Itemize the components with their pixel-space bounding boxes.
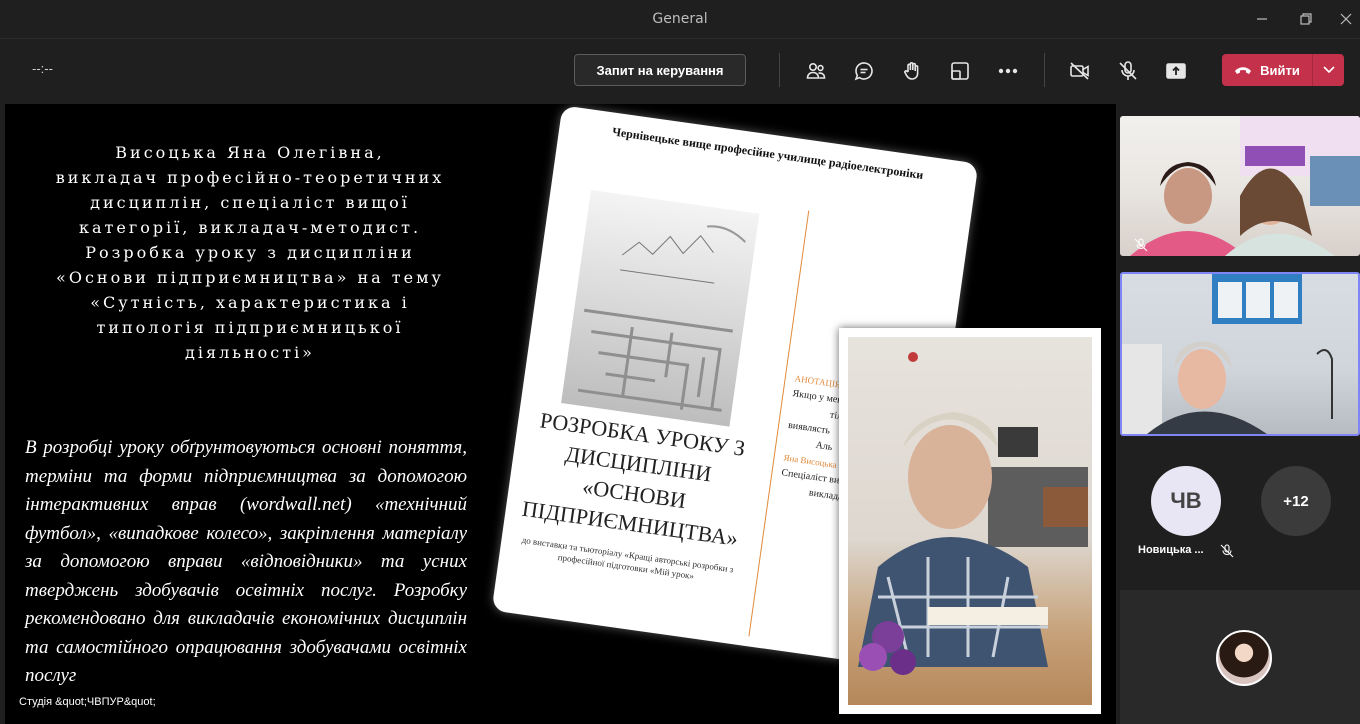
- self-view-tile[interactable]: [1120, 590, 1360, 724]
- raise-hand-icon[interactable]: [898, 57, 926, 85]
- toolbar-divider: [779, 53, 780, 87]
- leave-label: Вийти: [1260, 62, 1300, 78]
- meeting-toolbar: --:-- Запит на керування Вийти: [0, 38, 1360, 102]
- slide-description: В розробці уроку обґрунтовуються основні…: [25, 437, 467, 686]
- self-avatar: [1216, 630, 1272, 686]
- leave-main[interactable]: Вийти: [1222, 54, 1312, 86]
- maze-illustration: [561, 190, 760, 427]
- more-options-icon[interactable]: [994, 57, 1022, 85]
- share-screen-icon[interactable]: [1162, 57, 1190, 85]
- minimize-icon[interactable]: [1250, 8, 1274, 30]
- meeting-timer: --:--: [32, 61, 53, 76]
- presenter-label: Студія &quot;ЧВПУР&quot;: [19, 696, 156, 708]
- window-title: General: [652, 11, 708, 27]
- slide-heading: Висоцька Яна Олегівна, викладач професій…: [55, 143, 445, 362]
- participant-name: Новицька ...: [1138, 544, 1204, 556]
- mic-off-icon: [1134, 238, 1148, 252]
- more-participants-badge[interactable]: +12: [1261, 466, 1331, 536]
- booklet-college: Чернівецьке вище професійне училище раді…: [611, 124, 925, 183]
- leave-options-chevron-icon[interactable]: [1313, 54, 1344, 86]
- active-speaker-video-tile[interactable]: [1120, 272, 1360, 436]
- chat-icon[interactable]: [850, 57, 878, 85]
- mic-off-icon[interactable]: [1114, 57, 1142, 85]
- request-control-button[interactable]: Запит на керування: [574, 54, 746, 86]
- mic-off-icon: [1220, 544, 1234, 558]
- rooms-icon[interactable]: [946, 57, 974, 85]
- participant-avatar[interactable]: ЧВ: [1151, 466, 1221, 536]
- toolbar-divider: [1044, 53, 1045, 87]
- close-window-icon[interactable]: [1334, 8, 1358, 30]
- camera-off-icon[interactable]: [1066, 57, 1094, 85]
- teacher-photo: [839, 328, 1101, 714]
- hang-up-icon: [1235, 67, 1252, 74]
- people-icon[interactable]: [802, 57, 830, 85]
- shared-screen: Висоцька Яна Олегівна, викладач професій…: [5, 104, 1116, 724]
- participant-video-tile[interactable]: [1120, 116, 1360, 256]
- leave-button[interactable]: Вийти: [1222, 54, 1344, 86]
- restore-icon[interactable]: [1294, 8, 1318, 30]
- participants-panel: ЧВ +12 Новицька ...: [1116, 104, 1360, 724]
- title-bar: General: [0, 0, 1360, 38]
